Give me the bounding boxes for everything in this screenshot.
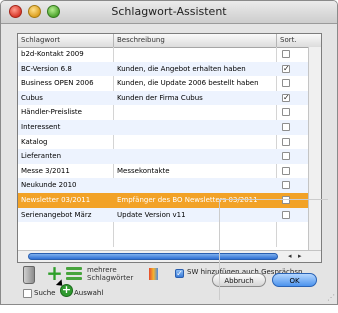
cell-schlagwort: BC-Version 6.8: [21, 64, 72, 73]
auswahl-label[interactable]: Auswahl: [74, 289, 103, 297]
sort-checkbox[interactable]: ☐: [282, 50, 290, 58]
scroll-left-arrow-icon[interactable]: ◂: [288, 251, 292, 262]
assistant-window: Schlagwort-Assistent Schlagwort Beschrei…: [0, 0, 338, 305]
multi-label-line1: mehrere: [87, 266, 117, 274]
table-header: Schlagwort Beschreibung Sort.: [18, 34, 321, 48]
multi-label-line2: Schlagwörter: [87, 274, 134, 282]
cell-schlagwort: Business OPEN 2006: [21, 79, 94, 88]
table-row[interactable]: Händler-Preisliste ☐: [18, 105, 321, 120]
table-row[interactable]: Neukunde 2010 ☐: [18, 178, 321, 193]
sort-checkbox[interactable]: ☐: [282, 79, 290, 88]
table-row[interactable]: Interessent ☐: [18, 119, 321, 135]
cell-schlagwort: Händler-Preisliste: [21, 108, 82, 117]
cell-schlagwort: Interessent: [21, 122, 61, 131]
table-row[interactable]: Serienangebot März Update Version v11 ☐: [18, 207, 321, 223]
sort-checkbox[interactable]: ☐: [282, 210, 290, 219]
resize-grip-icon[interactable]: ⋰: [327, 293, 335, 302]
table-row[interactable]: Business OPEN 2006 Kunden, die Update 200…: [18, 76, 321, 91]
suche-checkbox[interactable]: [23, 289, 32, 298]
sort-checkbox[interactable]: ☐: [282, 108, 290, 117]
scroll-right-arrow-icon[interactable]: ▸: [298, 251, 302, 262]
table-row[interactable]: Cubus Kunden der Firma Cubus ✓: [18, 90, 321, 106]
table-row[interactable]: Newsletter 03/2011 Empfänger des BO Newsl…: [18, 192, 321, 208]
sw-add-checkbox[interactable]: ✓: [175, 269, 184, 278]
table-row[interactable]: Messe 3/2011 Messekontakte ☐: [18, 164, 321, 179]
multiple-keywords-label[interactable]: mehrere Schlagwörter: [87, 266, 133, 282]
column-divider[interactable]: [276, 34, 277, 47]
header-beschreibung[interactable]: Beschreibung: [117, 36, 165, 44]
guide-line: [219, 200, 220, 300]
cell-beschreibung: Messekontakte: [117, 166, 170, 175]
ok-button[interactable]: OK: [272, 273, 317, 287]
horizontal-scroll-thumb[interactable]: [28, 253, 278, 260]
cancel-button[interactable]: Abbruch: [212, 273, 266, 287]
books-icon[interactable]: [149, 268, 158, 280]
trash-icon[interactable]: [23, 266, 35, 284]
sort-checkbox[interactable]: ☐: [282, 122, 290, 131]
vertical-scrollbar[interactable]: [308, 47, 321, 254]
window-title: Schlagwort-Assistent: [111, 5, 227, 18]
table-row[interactable]: Katalog ☐: [18, 135, 321, 150]
cell-schlagwort: b2d-Kontakt 2009: [21, 50, 84, 58]
cell-beschreibung: Empfänger des BO Newsletters 03/2011: [117, 195, 258, 204]
sort-checkbox[interactable]: ☐: [282, 181, 290, 190]
cell-beschreibung: Kunden, die Angebot erhalten haben: [117, 64, 246, 73]
sort-checkbox[interactable]: ✓: [282, 64, 290, 73]
header-schlagwort[interactable]: Schlagwort: [21, 36, 60, 44]
cell-schlagwort: Lieferanten: [21, 152, 62, 161]
cell-beschreibung: Kunden der Firma Cubus: [117, 93, 203, 102]
cell-beschreibung: Kunden, die Update 2006 bestellt haben: [117, 79, 259, 88]
keyword-table[interactable]: Schlagwort Beschreibung Sort. b2d-Kontak…: [17, 33, 322, 263]
sort-checkbox[interactable]: ☐: [282, 166, 290, 175]
cell-schlagwort: Neukunde 2010: [21, 181, 77, 190]
cell-schlagwort: Newsletter 03/2011: [21, 195, 91, 204]
table-row[interactable]: Lieferanten ☐: [18, 149, 321, 164]
list-icon[interactable]: [66, 266, 82, 282]
title-bar[interactable]: Schlagwort-Assistent: [1, 1, 337, 24]
cell-schlagwort: Messe 3/2011: [21, 166, 70, 175]
cell-schlagwort: Serienangebot März: [21, 210, 92, 219]
table-row[interactable]: b2d-Kontakt 2009 ☐: [18, 47, 321, 62]
sort-checkbox[interactable]: ✓: [282, 93, 290, 102]
horizontal-scrollbar[interactable]: ◂ ▸: [18, 250, 321, 262]
table-row[interactable]: BC-Version 6.8 Kunden, die Angebot erhalt…: [18, 61, 321, 77]
header-sort[interactable]: Sort.: [280, 36, 297, 44]
guide-line: [218, 199, 328, 200]
table-body: b2d-Kontakt 2009 ☐ BC-Version 6.8 Kunden, d…: [18, 47, 321, 223]
sort-checkbox[interactable]: ☐: [282, 152, 290, 161]
cell-schlagwort: Cubus: [21, 93, 43, 102]
cell-schlagwort: Katalog: [21, 137, 48, 146]
suche-label[interactable]: Suche: [34, 289, 55, 297]
sort-checkbox[interactable]: ☐: [282, 137, 290, 146]
cell-beschreibung: Update Version v11: [117, 210, 186, 219]
column-divider[interactable]: [113, 34, 114, 47]
